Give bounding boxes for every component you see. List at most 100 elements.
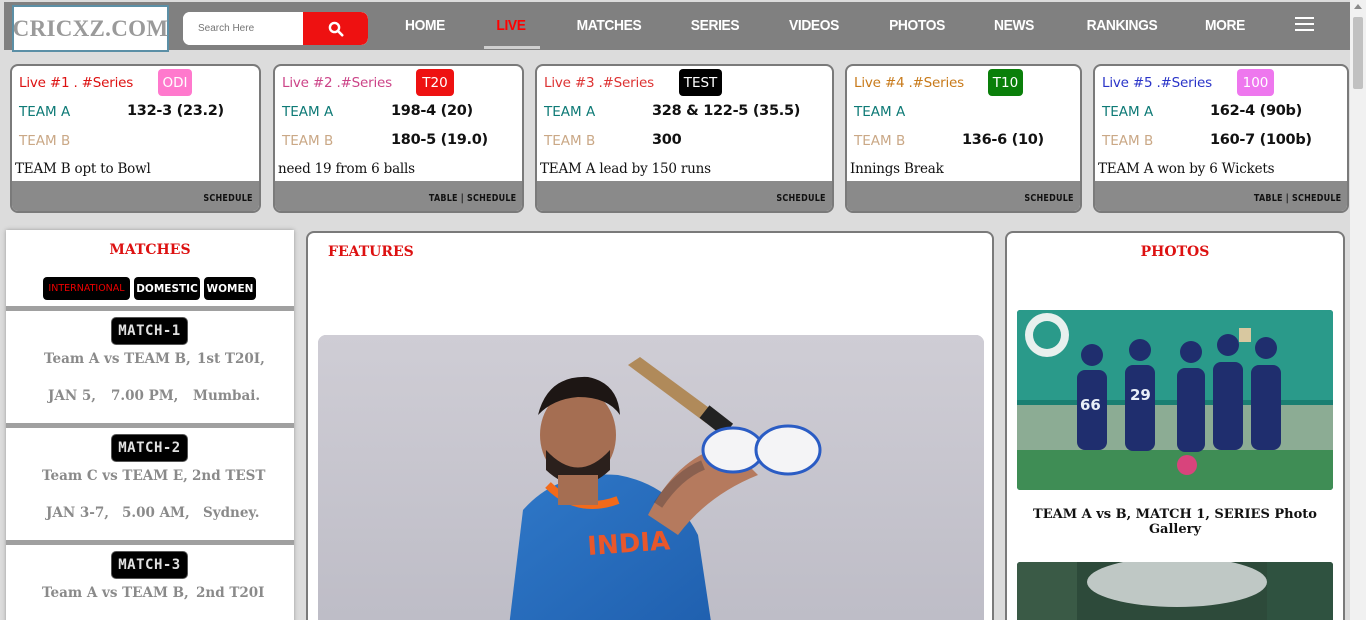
table-schedule-links[interactable]: TABLE | SCHEDULE (1253, 193, 1341, 204)
card-footer: SCHEDULE (847, 181, 1080, 211)
card-title: Live #2 .#Series (282, 75, 392, 91)
match-divider (6, 540, 294, 545)
match-divider (6, 306, 294, 311)
featured-player-image[interactable]: INDIA (318, 335, 984, 620)
photos-heading: PHOTOS (1140, 244, 1210, 260)
scrollbar-thumb[interactable] (1353, 17, 1363, 89)
nav-more[interactable]: MORE (1199, 2, 1251, 48)
schedule-link[interactable]: SCHEDULE (1025, 193, 1074, 204)
team-a-score: 132-3 (23.2) (127, 103, 224, 119)
live-card-5[interactable]: Live #5 .#Series 100 TEAM A 162-4 (90b) … (1093, 64, 1349, 213)
svg-text:66: 66 (1080, 396, 1101, 414)
match-status: Innings Break (850, 161, 944, 177)
tab-international[interactable]: INTERNATIONAL (43, 277, 130, 300)
live-card-4[interactable]: Live #4 .#Series T10 TEAM A TEAM B 136-6… (845, 64, 1082, 213)
team-b-score: 160-7 (100b) (1210, 132, 1312, 148)
match-status: need 19 from 6 balls (278, 161, 415, 177)
nav-active-underline (484, 46, 540, 49)
svg-text:29: 29 (1130, 386, 1151, 404)
live-card-2[interactable]: Live #2 .#Series T20 TEAM A 198-4 (20) T… (273, 64, 524, 213)
table-schedule-links[interactable]: TABLE | SCHEDULE (428, 193, 516, 204)
match-divider (6, 423, 294, 428)
team-a-score: 328 & 122-5 (35.5) (652, 103, 801, 119)
live-card-1[interactable]: Live #1 . #Series ODI TEAM A 132-3 (23.2… (10, 64, 261, 213)
team-b-name: TEAM B (544, 133, 596, 149)
match-status: TEAM B opt to Bowl (15, 161, 151, 177)
match-venue: Mumbai. (193, 388, 261, 404)
schedule-link[interactable]: SCHEDULE (204, 193, 253, 204)
nav-videos[interactable]: VIDEOS (782, 2, 846, 48)
search-box (183, 12, 368, 45)
team-b-score: 180-5 (19.0) (391, 132, 488, 148)
match-label: MATCH-3 (111, 551, 188, 579)
page-scrollbar[interactable] (1350, 0, 1366, 620)
team-a-name: TEAM A (282, 104, 334, 120)
tab-women[interactable]: WOMEN (204, 277, 256, 300)
match-status: TEAM A lead by 150 runs (540, 161, 711, 177)
search-icon (328, 21, 343, 36)
photo-gallery-thumbnail-2[interactable] (1017, 562, 1333, 620)
team-celebration-illustration: 66 29 (1017, 310, 1333, 490)
team-a-name: TEAM A (1102, 104, 1154, 120)
card-title: Live #5 .#Series (1102, 75, 1212, 91)
card-footer: TABLE | SCHEDULE (1095, 181, 1347, 211)
matches-heading: MATCHES (109, 242, 191, 258)
card-title: Live #1 . #Series (19, 75, 134, 91)
site-logo[interactable]: CRICXZ.COM (12, 5, 169, 52)
match-teams: Team A vs TEAM B, (44, 351, 191, 367)
match-time: 7.00 PM, (111, 388, 179, 404)
nav-rankings[interactable]: RANKINGS (1078, 2, 1166, 48)
match-type: 2nd T20I (196, 585, 265, 601)
scroll-up-arrow-icon[interactable] (1354, 4, 1362, 9)
match-venue: Sydney. (203, 505, 260, 521)
features-heading: FEATURES (328, 244, 414, 260)
match-label: MATCH-1 (111, 317, 188, 345)
team-a-name: TEAM A (19, 104, 71, 120)
search-button[interactable] (303, 12, 368, 45)
team-b-score: 136-6 (10) (962, 132, 1044, 148)
photos-panel: PHOTOS 66 29 TEAM A vs B, MATCH 1, SERIE… (1005, 231, 1345, 620)
live-card-3[interactable]: Live #3 .#Series TEST TEAM A 328 & 122-5… (535, 64, 834, 213)
tab-domestic[interactable]: DOMESTIC (134, 277, 200, 300)
team-a-score: 162-4 (90b) (1210, 103, 1302, 119)
match-date: JAN 5, (48, 388, 96, 404)
format-badge: T10 (988, 69, 1023, 96)
team-b-name: TEAM B (19, 133, 71, 149)
format-badge: TEST (679, 69, 722, 96)
nav-photos[interactable]: PHOTOS (883, 2, 951, 48)
match-type: 1st T20I, (197, 351, 265, 367)
nav-home[interactable]: HOME (393, 2, 457, 48)
matches-panel: MATCHES INTERNATIONAL DOMESTIC WOMEN MAT… (6, 230, 294, 620)
svg-text:INDIA: INDIA (586, 526, 671, 562)
stadium-photo-illustration (1017, 562, 1333, 620)
team-b-name: TEAM B (282, 133, 334, 149)
card-title: Live #4 .#Series (854, 75, 964, 91)
match-date: JAN 3-7, (46, 505, 109, 521)
team-a-name: TEAM A (544, 104, 596, 120)
format-badge: 100 (1237, 69, 1274, 96)
search-input[interactable] (183, 12, 303, 45)
card-footer: SCHEDULE (12, 181, 259, 211)
team-a-name: TEAM A (854, 104, 906, 120)
nav-news[interactable]: NEWS (987, 2, 1040, 48)
nav-series[interactable]: SERIES (685, 2, 746, 48)
match-teams: Team A vs TEAM B, (42, 585, 189, 601)
team-b-name: TEAM B (854, 133, 906, 149)
card-footer: TABLE | SCHEDULE (275, 181, 522, 211)
photo-gallery-thumbnail-1[interactable]: 66 29 (1017, 310, 1333, 490)
nav-live[interactable]: LIVE (485, 2, 537, 48)
card-title: Live #3 .#Series (544, 75, 654, 91)
photo-caption[interactable]: TEAM A vs B, MATCH 1, SERIES Photo Galle… (1007, 507, 1343, 537)
nav-matches[interactable]: MATCHES (569, 2, 648, 48)
team-b-name: TEAM B (1102, 133, 1154, 149)
schedule-link[interactable]: SCHEDULE (777, 193, 826, 204)
format-badge: T20 (416, 69, 454, 96)
match-status: TEAM A won by 6 Wickets (1098, 161, 1275, 177)
team-a-score: 198-4 (20) (391, 103, 473, 119)
format-badge: ODI (158, 69, 192, 96)
hamburger-menu-icon[interactable] (1295, 17, 1315, 31)
match-time: 5.00 AM, (122, 505, 190, 521)
card-footer: SCHEDULE (537, 181, 832, 211)
player-photo-illustration: INDIA (318, 335, 984, 620)
match-label: MATCH-2 (111, 434, 188, 462)
